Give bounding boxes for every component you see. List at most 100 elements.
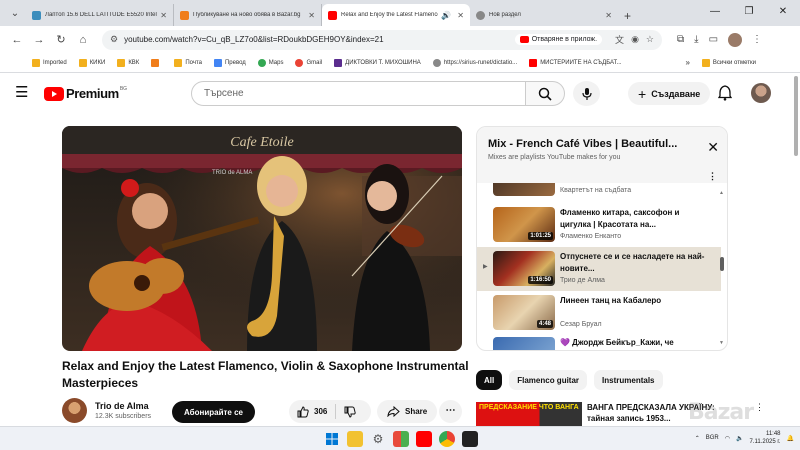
create-button[interactable]: + Създаване [628,82,711,105]
extensions-icon[interactable]: ⧉ [677,34,684,45]
wifi-icon[interactable]: ◠ [725,435,730,442]
video-thumbnail[interactable]: ПРЕДСКАЗАНИЕ ЧТО ВАНГА [476,402,582,426]
channel-avatar[interactable] [62,398,87,423]
bookmark-item[interactable]: ДИКТОВКИ Т. МИХОШИНА [334,58,421,67]
playlist-item-title[interactable]: Отпуснете се и се насладете на най-новит… [560,251,710,275]
audio-icon[interactable]: 🔊 [441,11,451,20]
hamburger-menu-icon[interactable]: ☰ [15,85,28,100]
playlist-item[interactable]: 4:48 Линеен танц на Кабалеро Сезар Бруал [477,291,721,335]
youtube-premium-logo[interactable]: Premium BG [44,86,127,101]
bookmark-item[interactable]: КИКИ [78,58,105,67]
home-icon[interactable]: ⌂ [72,34,94,46]
minimize-icon[interactable]: — [698,0,732,24]
browser-menu-icon[interactable]: ⋮ [752,34,762,45]
bookmark-item[interactable]: https://sirius-runet/dictatio... [432,58,517,67]
notifications-button[interactable] [717,85,733,106]
more-actions-icon[interactable]: ⋯ [439,400,462,423]
chip-all[interactable]: All [476,370,503,390]
search-button[interactable] [525,81,565,106]
tab-close-icon[interactable]: ✕ [605,11,612,20]
scroll-down-icon[interactable]: ▼ [719,340,724,346]
chrome-icon[interactable] [439,431,455,447]
open-in-app-button[interactable]: Отваряне в прилож. [514,34,603,45]
close-window-icon[interactable]: ✕ [766,0,800,24]
video-menu-icon[interactable]: ⋮ [755,402,764,413]
settings-icon[interactable]: ⚙ [370,431,386,447]
playlist-item-title[interactable]: Фламенко китара, саксофон и цигулка | Кр… [560,207,710,231]
video-thumbnail[interactable] [493,337,555,350]
voice-search-button[interactable] [573,81,600,106]
mix-scrollbar[interactable]: ▲ ▼ [719,190,724,346]
browser-tab-active[interactable]: Relax and Enjoy the Latest Flamenco 🔊 ✕ [322,4,470,26]
video-thumbnail[interactable]: 4:48 [493,295,555,330]
forward-icon[interactable]: → [28,34,50,46]
search-input[interactable]: Търсене [191,81,526,106]
scrollbar-thumb[interactable] [720,257,724,271]
reload-icon[interactable]: ↻ [50,33,72,46]
tab-list-icon[interactable]: ⌄ [4,2,26,24]
bookmark-item[interactable]: Почта [174,58,202,67]
site-info-icon[interactable]: ⚙ [110,34,118,45]
playlist-item[interactable]: 💜 Джордж Бейкър_Кажи, че [477,333,721,350]
account-avatar[interactable] [751,83,771,103]
download-icon[interactable]: ⤓ [694,34,698,45]
maximize-icon[interactable]: ❐ [732,0,766,24]
bookmark-item[interactable]: Imported [32,58,67,67]
file-explorer-icon[interactable] [347,431,363,447]
back-icon[interactable]: ← [6,34,28,46]
playlist-item[interactable]: Квартетът на съдбата [477,183,721,201]
chip-flamenco-guitar[interactable]: Flamenco guitar [509,370,588,390]
tab-close-icon[interactable]: ✕ [308,11,315,20]
bookmark-item[interactable]: Maps [257,58,283,67]
playlist-item-title[interactable]: 💜 Джордж Бейкър_Кажи, че [560,337,710,349]
bookmark-item[interactable] [151,58,162,67]
like-button[interactable]: 306 [289,404,337,419]
playlist-item-current[interactable]: ▶ 1:16:50 Отпуснете се и се насладете на… [477,247,721,291]
video-player[interactable]: Cafe Etoile TRIO de ALMA [62,126,462,351]
mix-menu-icon[interactable]: ⋮ [708,171,717,182]
scroll-up-icon[interactable]: ▲ [719,190,724,196]
url-text[interactable]: youtube.com/watch?v=Cu_qB_LZ7o0&list=RDo… [124,35,515,44]
channel-name[interactable]: Trio de Alma [95,401,149,411]
tab-close-icon[interactable]: ✕ [457,11,464,20]
video-thumbnail[interactable]: 1:16:50 [493,251,555,286]
subscribe-button[interactable]: Абонирайте се [172,401,255,423]
share-button[interactable]: Share [377,400,438,423]
all-bookmarks[interactable]: Всички отметки [701,58,756,67]
address-bar[interactable]: ⚙ youtube.com/watch?v=Cu_qB_LZ7o0&list=R… [102,29,662,50]
bookmark-star-icon[interactable]: ☆ [646,34,654,45]
media-icon[interactable]: ▭ [709,34,718,45]
windows-start-icon[interactable] [324,431,340,447]
youtube-app-icon[interactable] [416,431,432,447]
clock[interactable]: 11:48 7.11.2025 г. [749,430,780,446]
audio-app-icon[interactable] [462,431,478,447]
store-icon[interactable] [393,431,409,447]
bookmark-item[interactable]: Превод [213,58,246,67]
translate-icon[interactable]: 文 [615,33,624,46]
video-thumbnail[interactable] [493,183,555,196]
browser-tab[interactable]: Публикуване на ново обява в Bazar.bg ✕ [174,4,322,26]
tab-close-icon[interactable]: ✕ [160,11,167,20]
playlist-item-title[interactable]: Линеен танц на Кабалеро [560,295,710,307]
video-frame[interactable]: Cafe Etoile TRIO de ALMA [62,126,462,351]
tray-chevron-icon[interactable]: ⌃ [695,435,700,442]
browser-tab[interactable]: Лаптоп 15.6 DELL LATITUDE E5520 Intel C … [26,4,174,26]
playlist-item[interactable]: 1:01:25 Фламенко китара, саксофон и цигу… [477,203,721,247]
page-scrollbar[interactable] [792,74,800,426]
eye-icon[interactable]: ◉ [631,34,639,45]
bookmark-item[interactable]: КВК [117,58,139,67]
new-tab-icon[interactable]: + [624,9,631,23]
profile-avatar[interactable] [728,32,743,47]
volume-icon[interactable]: 🔈 [736,435,743,442]
page-scrollbar-thumb[interactable] [794,76,798,156]
bookmark-item[interactable]: МИСТЕРИИТЕ НА СЪДБАТ... [529,58,622,67]
bookmarks-overflow-icon[interactable]: » [685,58,689,67]
language-indicator[interactable]: BGR [706,435,719,441]
notification-bell-icon[interactable]: 🔔 [787,435,794,442]
mix-title[interactable]: Mix - French Café Vibes | Beautiful... [488,138,688,150]
video-thumbnail[interactable]: 1:01:25 [493,207,555,242]
chip-instrumentals[interactable]: Instrumentals [594,370,663,390]
dislike-button[interactable] [336,406,364,418]
close-mix-icon[interactable]: ✕ [707,139,719,156]
bookmark-item[interactable]: Gmail [295,58,322,67]
